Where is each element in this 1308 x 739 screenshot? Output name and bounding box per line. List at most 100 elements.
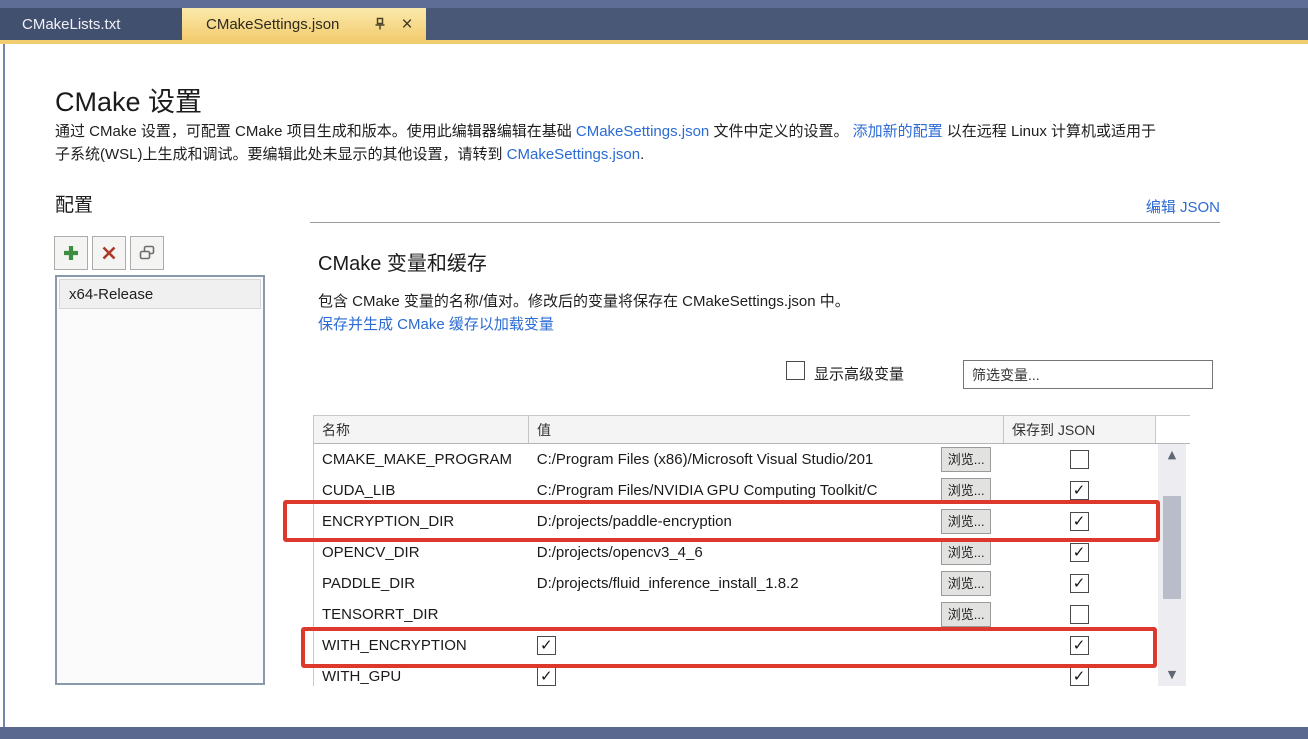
scroll-up-arrow-icon[interactable]: ▲ (1158, 446, 1186, 464)
saved-to-json-cell (1003, 605, 1155, 624)
variables-table: 名称 值 保存到 JSON CMAKE_MAKE_PROGRAMC:/Progr… (313, 415, 1190, 686)
variable-name: TENSORRT_DIR (314, 606, 529, 623)
intro-text: 通过 CMake 设置，可配置 CMake 项目生成和版本。使用此编辑器编辑在基… (55, 123, 576, 140)
variable-value-cell[interactable]: D:/projects/fluid_inference_install_1.8.… (529, 571, 1003, 596)
variable-name: CMAKE_MAKE_PROGRAM (314, 451, 529, 468)
link-cmakesettings-json[interactable]: CMakeSettings.json (576, 123, 709, 140)
table-row[interactable]: PADDLE_DIRD:/projects/fluid_inference_in… (314, 568, 1190, 599)
remove-configuration-button[interactable] (92, 236, 126, 270)
table-row[interactable]: CMAKE_MAKE_PROGRAMC:/Program Files (x86)… (314, 444, 1190, 475)
add-plus-icon (62, 244, 80, 262)
configurations-heading: 配置 (55, 190, 93, 217)
variable-value[interactable]: C:/Program Files/NVIDIA GPU Computing To… (529, 482, 941, 499)
browse-button[interactable]: 浏览... (941, 509, 991, 534)
check-mark-icon: ✓ (1073, 576, 1086, 591)
browse-button[interactable]: 浏览... (941, 540, 991, 565)
show-advanced-checkbox[interactable] (786, 361, 805, 380)
tab-cmakesettings[interactable]: CMakeSettings.json × (182, 8, 426, 40)
saved-to-json-cell: ✓ (1003, 481, 1155, 500)
table-row[interactable]: OPENCV_DIRD:/projects/opencv3_4_6浏览... ✓ (314, 537, 1190, 568)
variable-name: OPENCV_DIR (314, 544, 529, 561)
configuration-list-item[interactable]: x64-Release (59, 279, 261, 309)
check-mark-icon: ✓ (540, 638, 553, 653)
variable-value[interactable]: D:/projects/opencv3_4_6 (529, 544, 941, 561)
variable-name: CUDA_LIB (314, 482, 529, 499)
variables-heading: CMake 变量和缓存 (318, 247, 487, 276)
column-header-spacer (1156, 416, 1190, 443)
saved-to-json-checkbox[interactable]: ✓ (1070, 512, 1089, 531)
tab-cmakelists[interactable]: CMakeLists.txt (0, 8, 182, 40)
variable-value-cell[interactable]: D:/projects/paddle-encryption浏览... (529, 509, 1003, 534)
saved-to-json-cell: ✓ (1003, 667, 1155, 686)
variable-value[interactable]: C:/Program Files (x86)/Microsoft Visual … (529, 451, 941, 468)
saved-to-json-checkbox[interactable]: ✓ (1070, 481, 1089, 500)
saved-to-json-cell: ✓ (1003, 636, 1155, 655)
intro-line-2: 子系统(WSL)上生成和调试。要编辑此处未显示的其他设置，请转到 CMakeSe… (55, 143, 1300, 164)
variable-name: PADDLE_DIR (314, 575, 529, 592)
filter-variables-input[interactable] (963, 360, 1213, 389)
variable-value-cell[interactable]: C:/Program Files/NVIDIA GPU Computing To… (529, 478, 1003, 503)
column-header-name[interactable]: 名称 (314, 416, 529, 443)
check-mark-icon: ✓ (1073, 545, 1086, 560)
intro-line-1: 通过 CMake 设置，可配置 CMake 项目生成和版本。使用此编辑器编辑在基… (55, 120, 1300, 141)
save-and-generate-cache-link[interactable]: 保存并生成 CMake 缓存以加载变量 (318, 313, 554, 334)
variable-value[interactable]: D:/projects/fluid_inference_install_1.8.… (529, 575, 941, 592)
table-row[interactable]: WITH_GPU✓✓ (314, 661, 1190, 686)
variable-value-cell[interactable]: 浏览... (529, 602, 1003, 627)
saved-to-json-checkbox[interactable] (1070, 605, 1089, 624)
column-header-value[interactable]: 值 (529, 416, 1004, 443)
check-mark-icon: ✓ (1073, 638, 1086, 653)
variable-value-cell[interactable]: ✓ (529, 667, 1003, 686)
check-mark-icon: ✓ (1073, 514, 1086, 529)
configurations-list[interactable]: x64-Release (55, 275, 265, 685)
intro-text: . (640, 146, 644, 163)
column-header-saved-to-json[interactable]: 保存到 JSON (1004, 416, 1156, 443)
edit-json-link[interactable]: 编辑 JSON (1146, 196, 1220, 217)
page-title: CMake 设置 (55, 80, 202, 119)
link-cmakesettings-json[interactable]: CMakeSettings.json (507, 146, 640, 163)
table-row[interactable]: WITH_ENCRYPTION✓✓ (314, 630, 1190, 661)
tab-label: CMakeLists.txt (22, 16, 120, 33)
saved-to-json-checkbox[interactable]: ✓ (1070, 667, 1089, 686)
scrollbar-thumb[interactable] (1163, 496, 1181, 599)
saved-to-json-checkbox[interactable]: ✓ (1070, 543, 1089, 562)
table-scrollbar[interactable]: ▲ ▼ (1158, 444, 1186, 686)
cmake-settings-editor: CMakeLists.txt CMakeSettings.json × CMak… (0, 0, 1308, 739)
browse-button[interactable]: 浏览... (941, 602, 991, 627)
table-row[interactable]: TENSORRT_DIR 浏览... (314, 599, 1190, 630)
add-configuration-button[interactable] (54, 236, 88, 270)
browse-button[interactable]: 浏览... (941, 571, 991, 596)
saved-to-json-cell (1003, 450, 1155, 469)
browse-button[interactable]: 浏览... (941, 478, 991, 503)
variable-value-checkbox[interactable]: ✓ (537, 636, 556, 655)
intro-text: 以在远程 Linux 计算机或适用于 (943, 123, 1156, 140)
duplicate-configuration-button[interactable] (130, 236, 164, 270)
tab-label: CMakeSettings.json (206, 16, 370, 33)
saved-to-json-checkbox[interactable] (1070, 450, 1089, 469)
duplicate-icon (138, 244, 156, 262)
show-advanced-label: 显示高级变量 (814, 363, 904, 384)
link-add-new-configuration[interactable]: 添加新的配置 (853, 123, 943, 140)
variable-value-cell[interactable]: C:/Program Files (x86)/Microsoft Visual … (529, 447, 1003, 472)
variable-value-checkbox[interactable]: ✓ (537, 667, 556, 686)
window-top-strip (0, 0, 1308, 8)
check-mark-icon: ✓ (540, 669, 553, 684)
browse-button[interactable]: 浏览... (941, 447, 991, 472)
saved-to-json-checkbox[interactable]: ✓ (1070, 574, 1089, 593)
saved-to-json-checkbox[interactable]: ✓ (1070, 636, 1089, 655)
scroll-down-arrow-icon[interactable]: ▼ (1158, 666, 1186, 684)
variable-name: ENCRYPTION_DIR (314, 513, 529, 530)
variable-value-cell[interactable]: ✓ (529, 636, 1003, 655)
table-row[interactable]: ENCRYPTION_DIRD:/projects/paddle-encrypt… (314, 506, 1190, 537)
document-area: CMake 设置 通过 CMake 设置，可配置 CMake 项目生成和版本。使… (0, 44, 1308, 727)
remove-x-icon (101, 245, 117, 261)
saved-to-json-cell: ✓ (1003, 574, 1155, 593)
variable-value-cell[interactable]: D:/projects/opencv3_4_6浏览... (529, 540, 1003, 565)
close-icon[interactable]: × (396, 15, 418, 34)
configurations-toolbar (54, 236, 164, 270)
table-row[interactable]: CUDA_LIBC:/Program Files/NVIDIA GPU Comp… (314, 475, 1190, 506)
variable-value[interactable]: D:/projects/paddle-encryption (529, 513, 941, 530)
pin-icon[interactable] (370, 14, 390, 34)
variables-table-body: CMAKE_MAKE_PROGRAMC:/Program Files (x86)… (314, 444, 1190, 686)
filter-row: 显示高级变量 (0, 360, 1308, 390)
